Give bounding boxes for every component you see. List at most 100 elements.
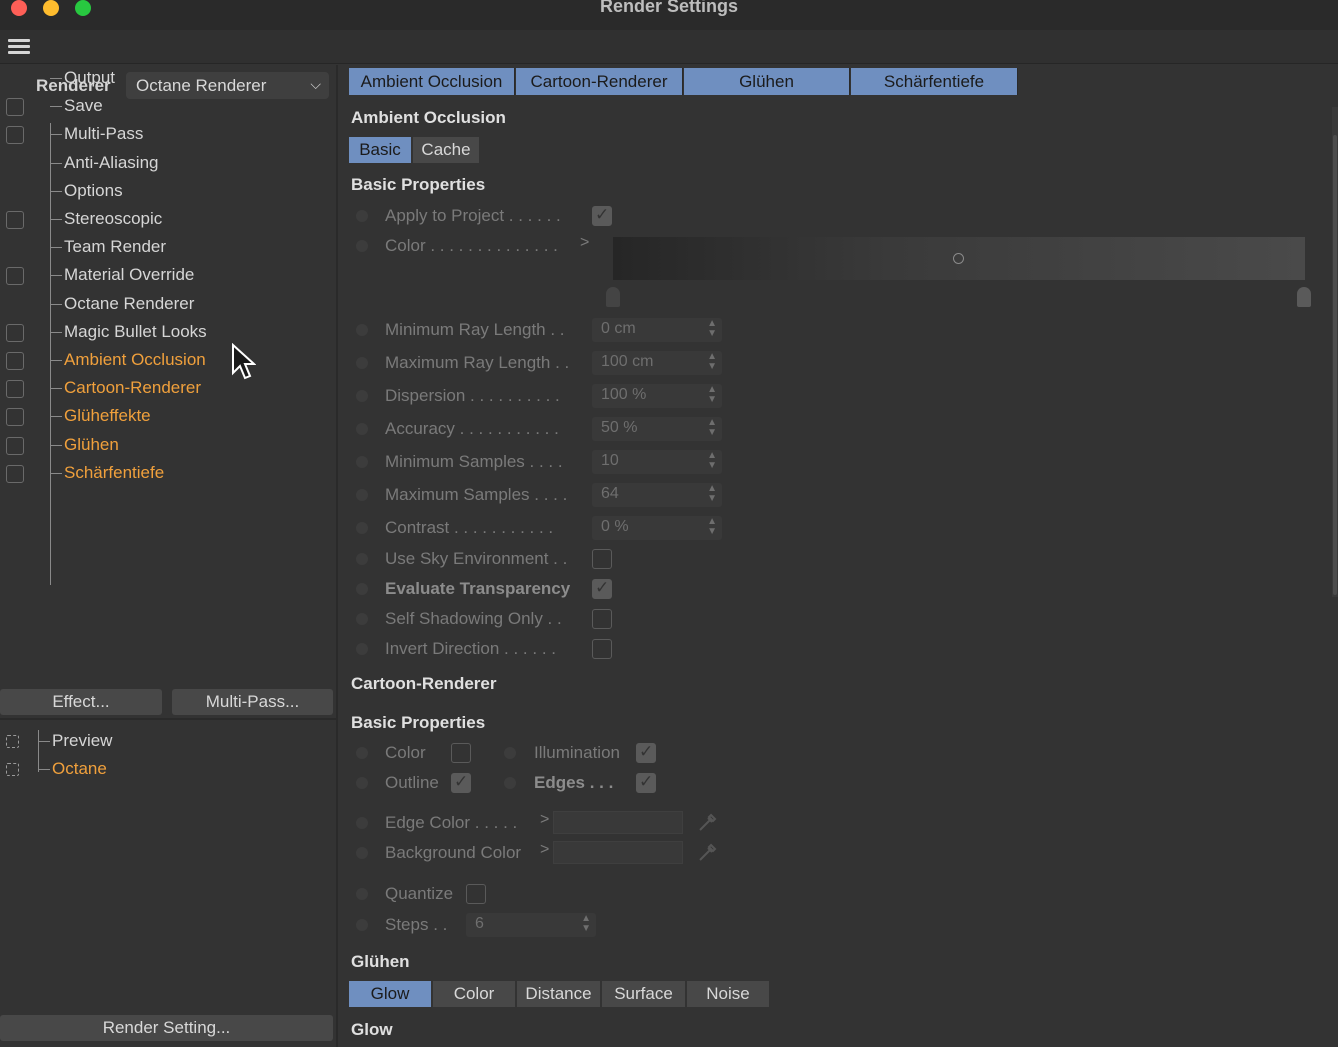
- stepper-arrows-icon[interactable]: ▲ ▼: [581, 914, 591, 934]
- background-color-swatch[interactable]: [553, 841, 683, 864]
- tree-item-checkbox[interactable]: [6, 323, 24, 342]
- property-input[interactable]: 100 % ▲ ▼: [592, 384, 722, 408]
- tree-item-checkbox[interactable]: [6, 267, 24, 286]
- subtab-noise[interactable]: Noise: [687, 981, 770, 1007]
- stepper-arrows-icon[interactable]: ▲ ▼: [707, 319, 717, 339]
- illumination-checkbox[interactable]: [636, 742, 656, 763]
- tree-item[interactable]: Output: [0, 65, 338, 93]
- tab-ambient-occlusion[interactable]: Ambient Occlusion: [349, 68, 515, 95]
- eyedropper-icon[interactable]: [697, 811, 719, 833]
- tree-item[interactable]: Anti-Aliasing: [0, 150, 338, 178]
- cartoon-color-checkbox[interactable]: [451, 743, 471, 763]
- tree-item[interactable]: Cartoon-Renderer: [0, 375, 338, 403]
- keyframe-dot[interactable]: [356, 553, 368, 565]
- post-tree-item[interactable]: Octane: [0, 756, 338, 784]
- render-region-icon[interactable]: [6, 735, 19, 748]
- gradient-stop-left[interactable]: [606, 287, 620, 307]
- tree-item-checkbox[interactable]: [6, 98, 24, 117]
- tab-scharfentiefe[interactable]: Schärfentiefe: [851, 68, 1018, 95]
- scrollbar-thumb[interactable]: [1333, 135, 1337, 595]
- tree-item-checkbox[interactable]: [6, 380, 24, 399]
- tree-item[interactable]: Schärfentiefe: [0, 460, 338, 488]
- render-region-icon[interactable]: [6, 763, 19, 776]
- tab-gluhen[interactable]: Glühen: [684, 68, 850, 95]
- tree-item[interactable]: Octane Renderer: [0, 291, 338, 319]
- keyframe-dot[interactable]: [356, 357, 368, 369]
- chevron-right-icon[interactable]: >: [540, 841, 549, 859]
- keyframe-dot[interactable]: [356, 456, 368, 468]
- tree-item[interactable]: Glühen: [0, 432, 338, 460]
- stepper-arrows-icon[interactable]: ▲ ▼: [707, 385, 717, 405]
- tree-item-checkbox[interactable]: [6, 408, 24, 427]
- tree-item[interactable]: Stereoscopic: [0, 206, 338, 234]
- subtab-surface[interactable]: Surface: [602, 981, 686, 1007]
- keyframe-dot[interactable]: [356, 643, 368, 655]
- edge-color-swatch[interactable]: [553, 811, 683, 834]
- tab-cartoon-renderer[interactable]: Cartoon-Renderer: [516, 68, 683, 95]
- tree-item[interactable]: Glüheffekte: [0, 403, 338, 431]
- tree-item[interactable]: Ambient Occlusion: [0, 347, 338, 375]
- keyframe-dot[interactable]: [356, 210, 368, 222]
- subtab-distance[interactable]: Distance: [517, 981, 601, 1007]
- keyframe-dot[interactable]: [356, 423, 368, 435]
- keyframe-dot[interactable]: [356, 888, 368, 900]
- property-input[interactable]: 0 cm ▲ ▼: [592, 318, 722, 342]
- render-setting-button[interactable]: Render Setting...: [0, 1015, 333, 1041]
- tree-item[interactable]: Material Override: [0, 262, 338, 290]
- property-checkbox[interactable]: [592, 549, 612, 569]
- eyedropper-icon[interactable]: [697, 841, 719, 863]
- keyframe-dot[interactable]: [356, 919, 368, 931]
- keyframe-dot[interactable]: [356, 817, 368, 829]
- tree-item[interactable]: Save: [0, 93, 338, 121]
- tree-item[interactable]: Team Render: [0, 234, 338, 262]
- keyframe-dot[interactable]: [356, 390, 368, 402]
- stepper-arrows-icon[interactable]: ▲ ▼: [707, 418, 717, 438]
- property-input[interactable]: 64 ▲ ▼: [592, 483, 722, 507]
- property-checkbox[interactable]: [592, 639, 612, 659]
- property-checkbox[interactable]: [592, 609, 612, 629]
- tree-item-checkbox[interactable]: [6, 352, 24, 370]
- keyframe-dot[interactable]: [504, 747, 516, 759]
- property-input[interactable]: 0 % ▲ ▼: [592, 516, 722, 540]
- tree-item-checkbox[interactable]: [6, 126, 24, 145]
- apply-to-project-checkbox[interactable]: [592, 205, 612, 226]
- keyframe-dot[interactable]: [356, 324, 368, 336]
- keyframe-dot[interactable]: [356, 613, 368, 625]
- stepper-arrows-icon[interactable]: ▲ ▼: [707, 517, 717, 537]
- effect-button[interactable]: Effect...: [0, 689, 162, 715]
- subtab-color[interactable]: Color: [433, 981, 516, 1007]
- keyframe-dot[interactable]: [356, 522, 368, 534]
- keyframe-dot[interactable]: [356, 747, 368, 759]
- stepper-arrows-icon[interactable]: ▲ ▼: [707, 451, 717, 471]
- subtab-glow[interactable]: Glow: [349, 981, 432, 1007]
- tree-item-checkbox[interactable]: [6, 436, 24, 455]
- gradient-stop-right[interactable]: [1297, 287, 1311, 307]
- chevron-right-icon[interactable]: >: [540, 811, 549, 829]
- quantize-checkbox[interactable]: [466, 884, 486, 904]
- gradient-midpoint-knob[interactable]: [953, 253, 964, 264]
- keyframe-dot[interactable]: [356, 583, 368, 595]
- stepper-arrows-icon[interactable]: ▲ ▼: [707, 352, 717, 372]
- edges-checkbox[interactable]: [636, 772, 656, 793]
- hamburger-menu-icon[interactable]: [8, 39, 30, 55]
- tree-item-checkbox[interactable]: [6, 211, 24, 229]
- property-input[interactable]: 100 cm ▲ ▼: [592, 351, 722, 375]
- subtab-basic[interactable]: Basic: [349, 137, 412, 163]
- subtab-cache[interactable]: Cache: [413, 137, 480, 163]
- post-tree-item[interactable]: Preview: [0, 728, 338, 756]
- chevron-right-icon[interactable]: >: [580, 234, 589, 252]
- steps-input[interactable]: 6 ▲ ▼: [466, 913, 596, 937]
- stepper-arrows-icon[interactable]: ▲ ▼: [707, 484, 717, 504]
- tree-item[interactable]: Options: [0, 178, 338, 206]
- property-checkbox[interactable]: [592, 578, 612, 599]
- keyframe-dot[interactable]: [356, 777, 368, 789]
- multipass-button[interactable]: Multi-Pass...: [172, 689, 333, 715]
- tree-item[interactable]: Multi-Pass: [0, 121, 338, 149]
- tree-item-checkbox[interactable]: [6, 464, 24, 483]
- property-input[interactable]: 10 ▲ ▼: [592, 450, 722, 474]
- property-input[interactable]: 50 % ▲ ▼: [592, 417, 722, 441]
- keyframe-dot[interactable]: [356, 847, 368, 859]
- keyframe-dot[interactable]: [356, 240, 368, 252]
- keyframe-dot[interactable]: [356, 489, 368, 501]
- tree-item[interactable]: Magic Bullet Looks: [0, 319, 338, 347]
